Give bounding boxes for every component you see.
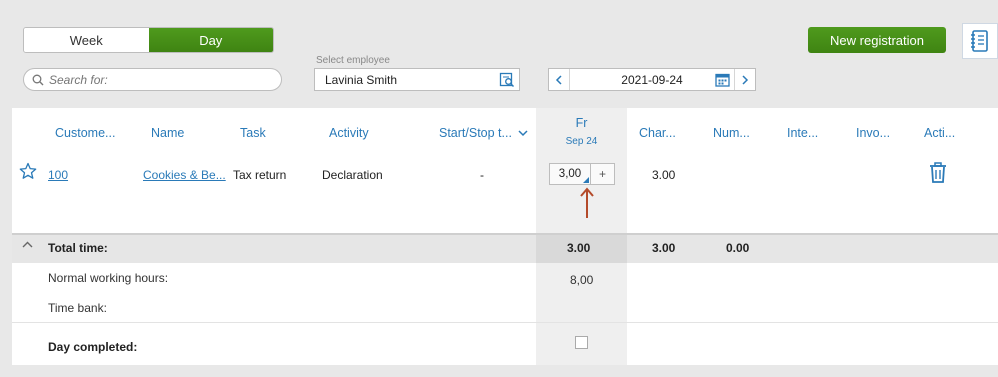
calendar-icon[interactable]	[715, 72, 730, 87]
col-startstop-label: Start/Stop t...	[439, 126, 512, 140]
col-num[interactable]: Num...	[713, 126, 750, 140]
employee-value: Lavinia Smith	[325, 72, 398, 87]
notes-panel-button[interactable]	[962, 23, 998, 59]
col-invo[interactable]: Invo...	[856, 126, 890, 140]
notebook-icon	[971, 30, 988, 52]
customer-link[interactable]: 100	[48, 168, 68, 182]
time-bank-label: Time bank:	[48, 301, 107, 315]
col-day-date: Sep 24	[565, 136, 598, 147]
chevron-right-icon	[742, 74, 749, 85]
search-input[interactable]	[49, 72, 269, 87]
day-completed-checkbox[interactable]	[575, 336, 588, 349]
total-day-value: 3.00	[567, 241, 591, 255]
hours-input[interactable]: 3,00	[549, 163, 591, 185]
date-picker: 2021-09-24	[548, 68, 756, 91]
employee-label: Select employee	[316, 55, 390, 66]
star-icon[interactable]	[19, 162, 37, 180]
search-box	[23, 68, 282, 91]
col-activity[interactable]: Activity	[329, 126, 369, 140]
hours-stepper: 3,00 +	[549, 163, 615, 185]
prev-day-button[interactable]	[549, 69, 570, 90]
normal-hours-value: 8,00	[570, 273, 594, 287]
task-value: Tax return	[233, 168, 287, 182]
col-actions[interactable]: Acti...	[924, 126, 955, 140]
col-task[interactable]: Task	[240, 126, 266, 140]
search-icon	[32, 74, 44, 85]
employee-select[interactable]: Lavinia Smith	[314, 68, 520, 91]
col-charge[interactable]: Char...	[639, 126, 676, 140]
total-row	[12, 233, 998, 263]
col-startstop[interactable]: Start/Stop t...	[439, 126, 528, 140]
view-toggle: Week Day	[23, 27, 274, 53]
employee-lookup-icon[interactable]	[499, 72, 515, 88]
normal-hours-label: Normal working hours:	[48, 271, 169, 285]
week-tab[interactable]: Week	[24, 28, 149, 52]
annotation-arrow	[580, 187, 594, 218]
date-field[interactable]: 2021-09-24	[570, 69, 734, 90]
charge-value: 3.00	[652, 168, 676, 182]
new-registration-button[interactable]: New registration	[808, 27, 946, 53]
chevron-up-icon[interactable]	[22, 241, 33, 249]
activity-value: Declaration	[322, 168, 383, 182]
hours-plus-button[interactable]: +	[591, 163, 615, 185]
col-day-name: Fr	[575, 116, 588, 130]
divider	[12, 322, 998, 323]
name-link[interactable]: Cookies & Be...	[143, 168, 226, 182]
total-charge-value: 3.00	[652, 241, 676, 255]
col-name[interactable]: Name	[151, 126, 184, 140]
date-value: 2021-09-24	[621, 72, 683, 87]
total-label: Total time:	[48, 241, 108, 255]
day-completed-label: Day completed:	[48, 340, 138, 354]
total-num-value: 0.00	[726, 241, 750, 255]
resize-corner-icon	[583, 177, 589, 183]
startstop-value: -	[480, 168, 484, 182]
hours-value: 3,00	[558, 168, 582, 180]
day-tab[interactable]: Day	[148, 28, 273, 52]
next-day-button[interactable]	[734, 69, 755, 90]
chevron-down-icon[interactable]	[518, 129, 528, 137]
chevron-left-icon	[555, 74, 562, 85]
col-customer[interactable]: Custome...	[55, 126, 115, 140]
col-inte[interactable]: Inte...	[787, 126, 818, 140]
trash-icon[interactable]	[928, 162, 948, 184]
